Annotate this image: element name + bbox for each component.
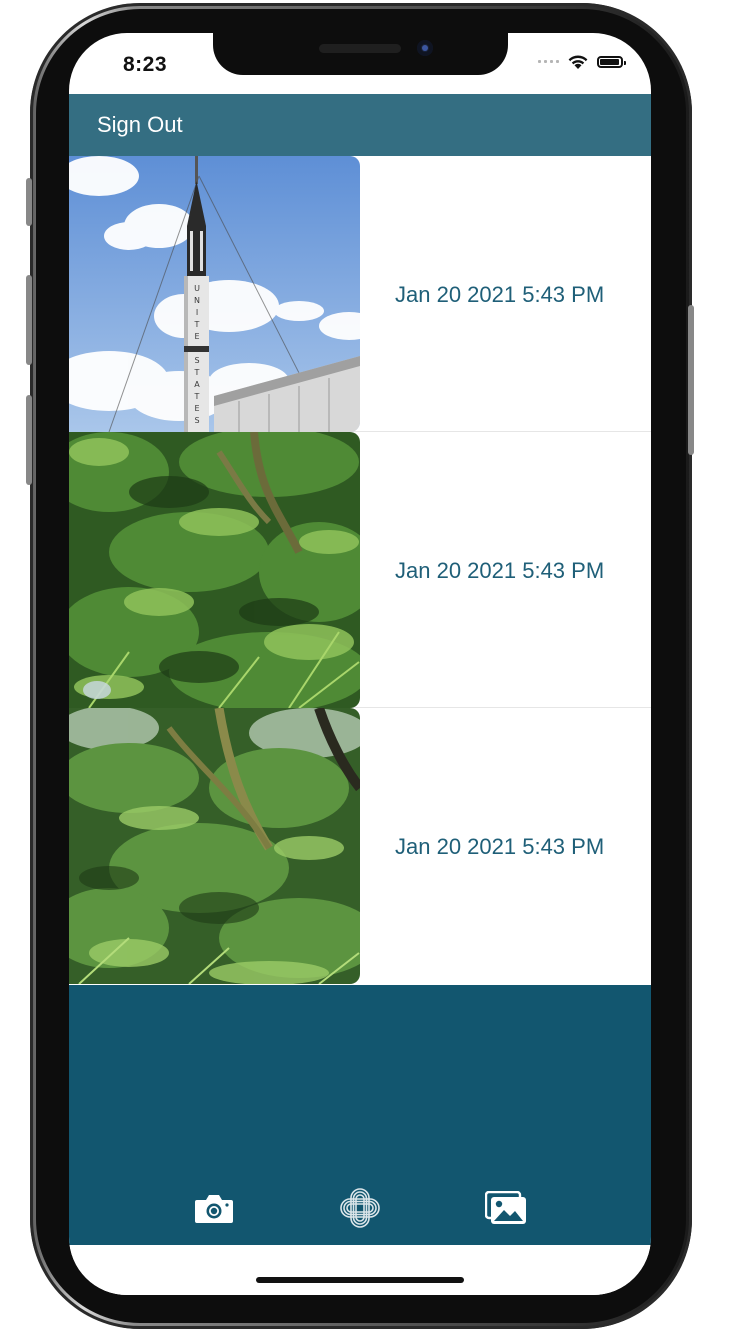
photo-date: Jan 20 2021 5:43 PM — [395, 558, 605, 583]
header-bar: Sign Out — [69, 94, 651, 156]
svg-text:S: S — [194, 356, 199, 365]
forest-photo-thumbnail[interactable] — [69, 432, 360, 708]
home-indicator[interactable] — [256, 1277, 464, 1283]
svg-text:U: U — [194, 284, 200, 293]
signal-icon — [538, 60, 559, 63]
camera-tab[interactable] — [192, 1188, 236, 1228]
front-camera — [417, 40, 433, 56]
wifi-icon — [568, 55, 588, 69]
photo-date: Jan 20 2021 5:43 PM — [395, 834, 605, 859]
svg-text:E: E — [194, 404, 199, 413]
safe-area-bottom — [69, 1245, 651, 1295]
volume-up-button — [26, 275, 32, 365]
status-time: 8:23 — [123, 53, 168, 76]
power-button — [688, 305, 694, 455]
photo-list: U N I T E S T A T E S Jan 20 2021 5:43 P… — [69, 156, 651, 984]
list-item[interactable]: U N I T E S T A T E S Jan 20 2021 5:43 P… — [69, 156, 651, 432]
forest-photo-thumbnail[interactable] — [69, 708, 360, 984]
list-item[interactable]: Jan 20 2021 5:43 PM — [69, 708, 651, 984]
speaker-grille — [319, 44, 401, 53]
silent-switch — [26, 178, 32, 226]
list-item[interactable]: Jan 20 2021 5:43 PM — [69, 432, 651, 708]
svg-text:T: T — [194, 320, 200, 329]
sign-out-button[interactable]: Sign Out — [97, 112, 183, 138]
battery-icon — [597, 55, 626, 68]
gallery-icon — [485, 1191, 526, 1224]
svg-text:A: A — [194, 380, 200, 389]
volume-down-button — [26, 395, 32, 485]
notch — [213, 33, 508, 75]
svg-text:N: N — [194, 296, 200, 305]
rocket-photo-thumbnail[interactable]: U N I T E S T A T E S — [69, 156, 360, 432]
svg-text:T: T — [194, 392, 200, 401]
status-icons — [538, 53, 626, 70]
svg-text:I: I — [196, 308, 198, 317]
svg-text:T: T — [194, 368, 200, 377]
gallery-tab[interactable] — [484, 1188, 528, 1228]
svg-text:E: E — [194, 332, 199, 341]
screen: 8:23 Sign Out U N I T E S T A T E S Jan … — [69, 33, 651, 1295]
camera-icon — [195, 1195, 233, 1223]
home-tab[interactable] — [336, 1184, 384, 1232]
svg-text:S: S — [194, 416, 199, 425]
tab-bar — [69, 985, 651, 1245]
photo-date: Jan 20 2021 5:43 PM — [395, 282, 605, 307]
app-logo-icon — [340, 1188, 380, 1228]
